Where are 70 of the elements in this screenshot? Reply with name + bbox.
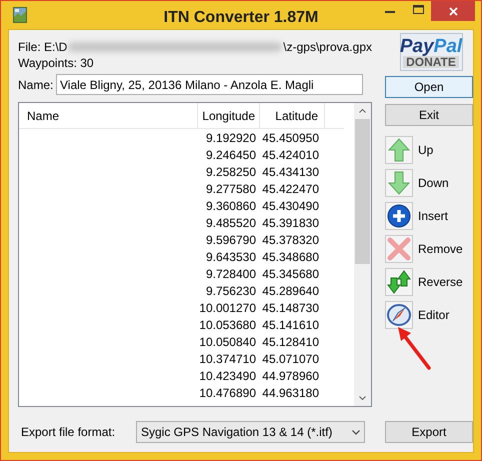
scroll-up-icon[interactable] xyxy=(359,109,366,113)
export-format-label: Export file format: xyxy=(21,424,116,441)
table-cell-text: 10.423490 xyxy=(198,368,257,385)
waypoints-count: Waypoints: 30 xyxy=(18,55,95,71)
table-cell-text: 9.596790 xyxy=(204,232,257,249)
table-cell-text: 9.258250 xyxy=(204,164,257,181)
table-cell-text: 9.728400 xyxy=(204,266,257,283)
exit-button[interactable]: Exit xyxy=(385,104,473,126)
table-cell-text: 9.485520 xyxy=(204,215,257,232)
window-title: ITN Converter 1.87M xyxy=(162,8,320,28)
file-path: File: E:\D xyxy=(18,39,68,56)
maximize-icon[interactable] xyxy=(413,5,424,14)
table-cell-text: 10.476890 xyxy=(198,385,257,402)
table-cell-text: 45.348680 xyxy=(261,249,320,266)
scrollbar-thumb[interactable] xyxy=(355,119,370,264)
table-cell-text: 45.148730 xyxy=(261,300,320,317)
table-cell-text: 45.345680 xyxy=(261,266,320,283)
column-header[interactable]: Longitude xyxy=(198,103,260,129)
table-cell-text: 10.374710 xyxy=(198,351,257,368)
table-cell-text: 45.424010 xyxy=(261,147,320,164)
format-dropdown[interactable]: Sygic GPS Navigation 13 & 14 (*.itf) xyxy=(136,421,365,443)
table-cell-text: 9.277580 xyxy=(204,181,257,198)
plus-icon xyxy=(387,204,411,228)
table-cell-text: 45.430490 xyxy=(261,198,320,215)
up-arrow-icon xyxy=(388,138,410,162)
minimize-icon[interactable] xyxy=(385,11,395,14)
app-icon xyxy=(13,7,27,23)
table-cell-text: 45.391830 xyxy=(261,215,320,232)
close-icon xyxy=(448,6,458,16)
file-path: \z-gps\prova.gpx xyxy=(283,39,372,56)
scrollbar[interactable] xyxy=(354,103,371,406)
tool-button[interactable]: Insert xyxy=(385,202,473,230)
reverse-arrows-icon xyxy=(387,270,411,294)
cross-icon xyxy=(387,237,411,261)
table-cell-text: 44.963180 xyxy=(261,385,320,402)
table-cell-text: 45.071070 xyxy=(261,351,320,368)
tool-button[interactable]: Remove xyxy=(385,235,473,263)
table-cell-text: 45.378320 xyxy=(261,232,320,249)
column-header[interactable]: Latitude xyxy=(260,103,325,129)
table-cell-text: 10.050840 xyxy=(198,334,257,351)
tool-button[interactable]: Down xyxy=(385,169,473,197)
dropdown-caret-icon xyxy=(352,430,360,434)
table-cell-text: 9.360860 xyxy=(204,198,257,215)
table-cell-text: 9.246450 xyxy=(204,147,257,164)
export-button[interactable]: Export xyxy=(385,421,473,443)
table-cell-text: 45.128410 xyxy=(261,334,320,351)
paypal-donate-button[interactable]: PayPal DONATE xyxy=(400,33,462,71)
table-cell-text: 10.053680 xyxy=(198,317,257,334)
table-cell-text: 9.643530 xyxy=(204,249,257,266)
table-cell-text: 45.450950 xyxy=(261,130,320,147)
name-label: Name: xyxy=(18,76,54,94)
table-cell-text: 45.289640 xyxy=(261,283,320,300)
annotation-arrow xyxy=(397,325,433,371)
close-button[interactable] xyxy=(431,1,475,21)
scroll-down-icon[interactable] xyxy=(359,396,366,400)
table-cell-text: 10.001270 xyxy=(198,300,257,317)
table-cell-text: 9.192920 xyxy=(204,130,257,147)
tool-button[interactable]: Editor xyxy=(385,301,473,329)
tool-button[interactable]: Up xyxy=(385,136,473,164)
table-cell-text: 44.978960 xyxy=(261,368,320,385)
column-header[interactable]: Name xyxy=(19,103,198,129)
open-button[interactable]: Open xyxy=(385,76,473,98)
table-cell-text: 45.422470 xyxy=(261,181,320,198)
tool-button[interactable]: Reverse xyxy=(385,268,473,296)
compass-icon xyxy=(387,303,411,327)
table-cell-text: 45.434130 xyxy=(261,164,320,181)
down-arrow-icon xyxy=(388,171,410,195)
table-cell-text: 45.141610 xyxy=(261,317,320,334)
table-cell-text: 9.756230 xyxy=(204,283,257,300)
name-field[interactable]: Viale Bligny, 25, 20136 Milano - Anzola E. Magli xyxy=(56,74,363,95)
